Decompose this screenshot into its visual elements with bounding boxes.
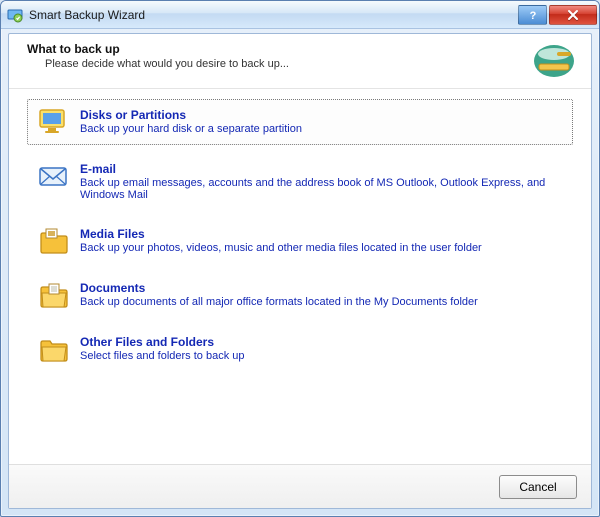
envelope-icon (38, 162, 70, 190)
media-folder-icon (38, 227, 70, 255)
window-title: Smart Backup Wizard (29, 8, 518, 22)
option-text: E-mail Back up email messages, accounts … (80, 162, 562, 201)
option-desc: Back up documents of all major office fo… (80, 296, 478, 308)
monitor-icon (38, 108, 70, 136)
option-text: Documents Back up documents of all major… (80, 281, 478, 308)
cancel-button[interactable]: Cancel (499, 475, 577, 499)
titlebar-buttons: ? (518, 5, 597, 25)
page-title: What to back up (27, 42, 531, 56)
option-title: E-mail (80, 162, 562, 176)
app-icon (7, 7, 23, 23)
option-title: Other Files and Folders (80, 335, 244, 349)
option-media[interactable]: Media Files Back up your photos, videos,… (27, 218, 573, 264)
option-text: Other Files and Folders Select files and… (80, 335, 244, 362)
option-text: Media Files Back up your photos, videos,… (80, 227, 482, 254)
wizard-window: Smart Backup Wizard ? What to back up Pl… (0, 0, 600, 517)
wizard-header: What to back up Please decide what would… (9, 34, 591, 89)
close-button[interactable] (549, 5, 597, 25)
header-wizard-icon (531, 42, 577, 80)
titlebar: Smart Backup Wizard ? (1, 1, 599, 29)
option-title: Documents (80, 281, 478, 295)
option-documents[interactable]: Documents Back up documents of all major… (27, 272, 573, 318)
option-title: Media Files (80, 227, 482, 241)
option-desc: Back up your photos, videos, music and o… (80, 242, 482, 254)
option-desc: Back up email messages, accounts and the… (80, 177, 562, 201)
folder-icon (38, 335, 70, 363)
option-other[interactable]: Other Files and Folders Select files and… (27, 326, 573, 372)
options-list: Disks or Partitions Back up your hard di… (9, 89, 591, 464)
help-button[interactable]: ? (518, 5, 547, 25)
option-desc: Back up your hard disk or a separate par… (80, 123, 302, 135)
wizard-footer: Cancel (9, 464, 591, 508)
option-text: Disks or Partitions Back up your hard di… (80, 108, 302, 135)
header-text: What to back up Please decide what would… (27, 42, 531, 70)
option-disks[interactable]: Disks or Partitions Back up your hard di… (27, 99, 573, 145)
option-title: Disks or Partitions (80, 108, 302, 122)
svg-text:?: ? (529, 10, 536, 21)
option-email[interactable]: E-mail Back up email messages, accounts … (27, 153, 573, 210)
option-desc: Select files and folders to back up (80, 350, 244, 362)
page-subtitle: Please decide what would you desire to b… (45, 58, 531, 70)
documents-folder-icon (38, 281, 70, 309)
client-area: What to back up Please decide what would… (8, 33, 592, 509)
